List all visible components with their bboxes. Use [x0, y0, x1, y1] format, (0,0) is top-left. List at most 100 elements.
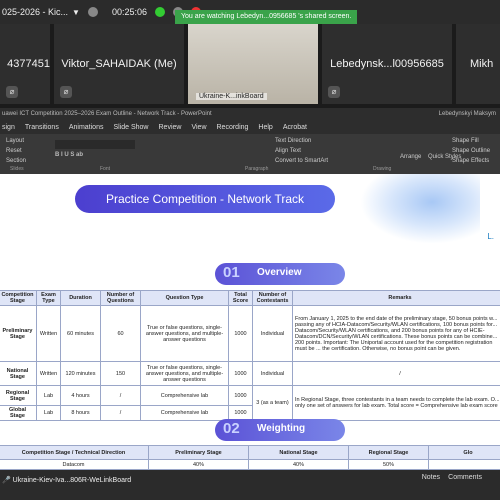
table-cell: 4 hours [60, 385, 101, 406]
ppt-user-name[interactable]: Lebedynskyi Maksym [439, 108, 496, 120]
menu-help[interactable]: Help [258, 124, 272, 131]
mic-off-icon: ⌀ [60, 86, 72, 98]
col-header: Remarks [292, 290, 500, 306]
col-header: National Stage [248, 445, 349, 460]
table-cell [428, 459, 500, 470]
section-button[interactable]: Section [6, 158, 26, 164]
mic-off-icon: ⌀ [328, 86, 340, 98]
weighting-table: Competition Stage / Technical Direction … [0, 445, 500, 470]
table-cell: 1000 [228, 361, 253, 386]
col-header: Preliminary Stage [148, 445, 249, 460]
menu-transitions[interactable]: Transitions [25, 124, 59, 131]
table-cell: 60 minutes [60, 305, 101, 362]
slide-canvas[interactable]: Practice Competition - Network Track L. … [0, 174, 500, 470]
table-cell: From January 1, 2025 to the end date of … [292, 305, 500, 362]
participant-name: Mikh [470, 58, 494, 70]
table-cell: Preliminary Stage [0, 305, 37, 362]
menu-recording[interactable]: Recording [217, 124, 249, 131]
chevron-down-icon[interactable]: ▼ [72, 8, 80, 17]
section-label: Weighting [257, 423, 306, 434]
col-header: Number of Questions [100, 290, 141, 306]
table-cell: / [100, 405, 141, 421]
participant-tile[interactable]: Lebedynsk...l00956685 ⌀ [322, 24, 452, 104]
section-number: 02 [223, 420, 240, 437]
table-cell: / [292, 361, 500, 386]
paragraph-group-label: Paragraph [245, 166, 269, 172]
table-cell: Lab [36, 385, 61, 406]
menu-view[interactable]: View [191, 124, 206, 131]
table-cell: 40% [148, 459, 249, 470]
decorative-swirl [360, 174, 480, 244]
meeting-title[interactable]: 025-2026 - Kic... [0, 7, 68, 17]
col-header: Number of Contestants [252, 290, 293, 306]
table-cell: / [100, 385, 141, 406]
col-header: Regional Stage [348, 445, 429, 460]
table-cell: True or false questions, single-answer q… [140, 361, 229, 386]
col-header: Total Score [228, 290, 253, 306]
table-cell: True or false questions, single-answer q… [140, 305, 229, 362]
col-header: Competition Stage / Technical Direction [0, 445, 149, 460]
table-cell: Individual [252, 305, 293, 362]
share-toast: You are watching Lebedyn...0956685 's sh… [175, 10, 358, 24]
menu-design[interactable]: sign [2, 124, 15, 131]
presenter-name: Ukraine-Kiev-Iva...806R-WeLinkBoard [12, 477, 132, 484]
participant-video[interactable]: Ukraine-K...inkBoard [188, 24, 318, 104]
section-overview: 01 Overview [215, 263, 345, 285]
slide-banner: Practice Competition - Network Track [75, 185, 335, 213]
table-row: Regional Stage Lab 4 hours / Comprehensi… [0, 385, 500, 421]
participant-tile[interactable]: Viktor_SAHAIDAK (Me) ⌀ [54, 24, 184, 104]
menu-animations[interactable]: Animations [69, 124, 104, 131]
mic-off-icon: ⌀ [6, 86, 18, 98]
table-row: Preliminary Stage Written 60 minutes 60 … [0, 305, 500, 362]
shape-outline-button[interactable]: Shape Outline [452, 148, 490, 154]
menu-acrobat[interactable]: Acrobat [283, 124, 307, 131]
drawing-group-label: Drawing [373, 166, 392, 172]
table-row: Datacom 40% 40% 50% [0, 459, 500, 470]
participant-tile[interactable]: 4377451 ⌀ [0, 24, 50, 104]
table-cell: Global Stage [0, 405, 37, 421]
shield-icon[interactable] [155, 7, 166, 17]
font-format-buttons[interactable]: B I U S ab [55, 152, 83, 158]
notes-button[interactable]: Notes [422, 474, 440, 481]
slide-edge-letter: L. [487, 232, 494, 241]
table-cell: Comprehensive lab [140, 405, 229, 421]
table-cell: 3 (as a team) [252, 385, 293, 421]
menu-slide-show[interactable]: Slide Show [113, 124, 148, 131]
table-row: Competition Stage / Technical Direction … [0, 445, 500, 460]
shape-fill-button[interactable]: Shape Fill [452, 138, 479, 144]
table-cell: Individual [252, 361, 293, 386]
font-group-label: Font [100, 166, 111, 172]
ppt-ribbon: Layout Reset Section Slides B I U S ab F… [0, 134, 500, 174]
arrange-button[interactable]: Arrange [400, 154, 421, 160]
table-cell: Written [36, 305, 61, 362]
table-cell: 50% [348, 459, 429, 470]
font-name-field[interactable] [55, 140, 135, 149]
col-header: Duration [60, 290, 101, 306]
section-weighting: 02 Weighting [215, 419, 345, 441]
col-header: Glo [428, 445, 500, 460]
col-header: Question Type [140, 290, 229, 306]
convert-smartart-button[interactable]: Convert to SmartArt [275, 158, 328, 164]
participant-tiles: 4377451 ⌀ Viktor_SAHAIDAK (Me) ⌀ Ukraine-K… [0, 24, 500, 108]
ppt-document-title: uawei ICT Competition 2025–2026 Exam Out… [2, 111, 212, 117]
col-header: Competition Stage [0, 290, 37, 306]
table-cell: 1000 [228, 385, 253, 406]
table-cell: In Regional Stage, three contestants in … [292, 385, 500, 421]
layout-button[interactable]: Layout [6, 138, 24, 144]
comments-button[interactable]: Comments [448, 474, 482, 481]
table-cell: Lab [36, 405, 61, 421]
participant-name: Viktor_SAHAIDAK (Me) [61, 58, 177, 70]
menu-icon[interactable] [87, 7, 98, 17]
table-cell: 40% [248, 459, 349, 470]
participant-name: 4377451 [7, 58, 50, 70]
table-cell: Comprehensive lab [140, 385, 229, 406]
reset-button[interactable]: Reset [6, 148, 22, 154]
participant-tile[interactable]: Mikh [456, 24, 500, 104]
shape-effects-button[interactable]: Shape Effects [452, 158, 489, 164]
table-cell: Datacom [0, 459, 149, 470]
menu-review[interactable]: Review [159, 124, 182, 131]
text-direction-button[interactable]: Text Direction [275, 138, 311, 144]
table-cell: 8 hours [60, 405, 101, 421]
table-cell: National Stage [0, 361, 37, 386]
align-text-button[interactable]: Align Text [275, 148, 301, 154]
